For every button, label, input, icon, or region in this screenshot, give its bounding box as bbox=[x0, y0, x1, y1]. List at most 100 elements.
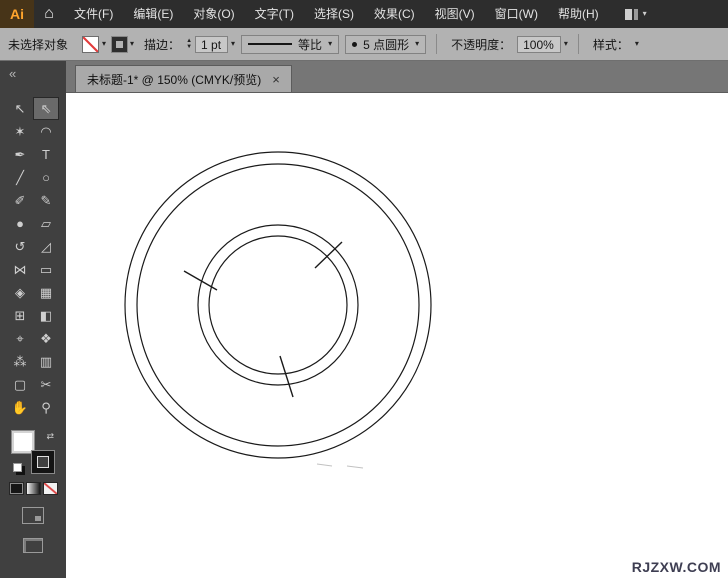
chevron-down-icon: ▾ bbox=[102, 40, 106, 48]
ellipse-tool[interactable]: ○ bbox=[33, 166, 59, 189]
direct-selection-tool[interactable]: ⇖ bbox=[33, 97, 59, 120]
control-bar: 未选择对象 ▾ ▾ 描边： ▲ ▼ 1 pt ▾ 等比 ▾ 5 点圆形 ▾ bbox=[0, 28, 728, 61]
artwork-tick-mark[interactable] bbox=[315, 242, 342, 268]
free-transform-tool[interactable]: ▭ bbox=[33, 258, 59, 281]
fill-color-control[interactable]: ▾ bbox=[82, 36, 106, 53]
stroke-swatch[interactable] bbox=[32, 451, 54, 473]
lasso-tool[interactable]: ◠ bbox=[33, 120, 59, 143]
column-graph-tool[interactable]: ▥ bbox=[33, 350, 59, 373]
app-logo-icon[interactable]: Ai bbox=[0, 0, 34, 28]
default-colors-icon[interactable] bbox=[13, 463, 22, 472]
chevron-down-icon: ▾ bbox=[130, 40, 134, 48]
stroke-profile-icon bbox=[248, 43, 292, 45]
artboard-tool[interactable]: ▢ bbox=[7, 373, 33, 396]
selection-status: 未选择对象 bbox=[8, 36, 68, 53]
mesh-tool[interactable]: ⊞ bbox=[7, 304, 33, 327]
watermark: RJZXW.COM bbox=[632, 559, 721, 575]
fill-swatch[interactable] bbox=[12, 431, 34, 453]
stepper-up-icon[interactable]: ▲ bbox=[186, 39, 192, 44]
stroke-width-control[interactable]: ▲ ▼ 1 pt ▾ bbox=[186, 36, 235, 53]
line-segment-tool[interactable]: ╱ bbox=[7, 166, 33, 189]
stroke-width-field[interactable]: 1 pt bbox=[195, 36, 228, 53]
menu-window[interactable]: 窗口(W) bbox=[485, 0, 548, 28]
menu-effect[interactable]: 效果(C) bbox=[364, 0, 425, 28]
close-tab-icon[interactable]: × bbox=[272, 73, 280, 86]
document-tab-title: 未标题-1* @ 150% (CMYK/预览) bbox=[87, 71, 261, 88]
document-tab[interactable]: 未标题-1* @ 150% (CMYK/预览) × bbox=[75, 65, 292, 92]
blend-tool[interactable]: ❖ bbox=[33, 327, 59, 350]
divider bbox=[578, 34, 579, 54]
selection-tool[interactable]: ↖ bbox=[7, 97, 33, 120]
chevron-down-icon: ▾ bbox=[231, 40, 235, 48]
stroke-width-stepper[interactable]: ▲ ▼ bbox=[186, 39, 192, 50]
slice-tool[interactable]: ✂ bbox=[33, 373, 59, 396]
artwork-svg bbox=[66, 93, 728, 578]
brush-dropdown[interactable]: 5 点圆形 ▾ bbox=[345, 35, 426, 54]
hand-tool[interactable]: ✋ bbox=[7, 396, 33, 419]
swap-colors-icon[interactable]: ⇄ bbox=[46, 432, 54, 441]
stroke-label: 描边： bbox=[144, 36, 180, 53]
chevron-down-icon: ▾ bbox=[415, 40, 419, 48]
opacity-control[interactable]: 100% ▾ bbox=[517, 36, 568, 53]
workspace-icon bbox=[625, 9, 638, 20]
opacity-field[interactable]: 100% bbox=[517, 36, 561, 53]
fill-none-swatch[interactable] bbox=[82, 36, 99, 53]
eraser-tool[interactable]: ▱ bbox=[33, 212, 59, 235]
menu-select[interactable]: 选择(S) bbox=[304, 0, 364, 28]
menu-help[interactable]: 帮助(H) bbox=[548, 0, 609, 28]
menu-type[interactable]: 文字(T) bbox=[245, 0, 304, 28]
stepper-down-icon[interactable]: ▼ bbox=[186, 45, 192, 50]
chevron-down-icon: ▾ bbox=[328, 40, 332, 48]
style-label: 样式： bbox=[593, 36, 629, 53]
document-tabstrip: 未标题-1* @ 150% (CMYK/预览) × bbox=[66, 61, 728, 93]
chevron-down-icon: ▾ bbox=[643, 10, 647, 18]
artwork-tick-mark[interactable] bbox=[280, 356, 293, 397]
brush-preview-icon bbox=[352, 42, 357, 47]
document-area: 未标题-1* @ 150% (CMYK/预览) × RJZXW.COM bbox=[66, 61, 728, 578]
menu-object[interactable]: 对象(O) bbox=[183, 0, 244, 28]
eyedropper-tool[interactable]: ⌖ bbox=[7, 327, 33, 350]
width-tool[interactable]: ⋈ bbox=[7, 258, 33, 281]
artwork-circle[interactable] bbox=[137, 164, 419, 446]
artwork-faint-mark[interactable] bbox=[317, 464, 332, 466]
width-profile-value: 等比 bbox=[298, 36, 322, 53]
symbol-sprayer-tool[interactable]: ⁂ bbox=[7, 350, 33, 373]
color-mode-button[interactable] bbox=[9, 482, 24, 495]
stroke-color-swatch[interactable] bbox=[112, 37, 127, 52]
collapse-panel-button[interactable]: « bbox=[0, 61, 66, 93]
artwork-faint-mark[interactable] bbox=[347, 466, 363, 468]
pencil-tool[interactable]: ✎ bbox=[33, 189, 59, 212]
magic-wand-tool[interactable]: ✶ bbox=[7, 120, 33, 143]
divider bbox=[436, 34, 437, 54]
menu-file[interactable]: 文件(F) bbox=[64, 0, 123, 28]
paintbrush-tool[interactable]: ✐ bbox=[7, 189, 33, 212]
gradient-mode-button[interactable] bbox=[26, 482, 41, 495]
gradient-tool[interactable]: ◧ bbox=[33, 304, 59, 327]
screen-mode-button[interactable] bbox=[23, 538, 43, 553]
perspective-grid-tool[interactable]: ▦ bbox=[33, 281, 59, 304]
rotate-tool[interactable]: ↺ bbox=[7, 235, 33, 258]
menubar: Ai ⌂ 文件(F) 编辑(E) 对象(O) 文字(T) 选择(S) 效果(C)… bbox=[0, 0, 728, 28]
artwork-circle[interactable] bbox=[125, 152, 431, 458]
menu-edit[interactable]: 编辑(E) bbox=[123, 0, 183, 28]
opacity-label: 不透明度： bbox=[451, 36, 511, 53]
stroke-color-control[interactable]: ▾ bbox=[112, 37, 134, 52]
workspace-switcher[interactable]: ▾ bbox=[625, 9, 647, 20]
type-tool[interactable]: T bbox=[33, 143, 59, 166]
pen-tool[interactable]: ✒ bbox=[7, 143, 33, 166]
tools-panel: « ↖⇖✶◠✒T╱○✐✎●▱↺◿⋈▭◈▦⊞◧⌖❖⁂▥▢✂✋⚲ ⇄ bbox=[0, 61, 66, 578]
home-icon[interactable]: ⌂ bbox=[34, 5, 64, 23]
drawing-modes-button[interactable] bbox=[22, 507, 44, 524]
brush-value: 5 点圆形 bbox=[363, 36, 409, 53]
none-mode-button[interactable] bbox=[43, 482, 58, 495]
fill-stroke-widget: ⇄ bbox=[12, 431, 54, 473]
canvas[interactable]: RJZXW.COM bbox=[66, 93, 728, 578]
chevron-down-icon: ▾ bbox=[564, 40, 568, 48]
blob-brush-tool[interactable]: ● bbox=[7, 212, 33, 235]
zoom-tool[interactable]: ⚲ bbox=[33, 396, 59, 419]
menu-view[interactable]: 视图(V) bbox=[425, 0, 485, 28]
paint-mode-row bbox=[0, 482, 66, 495]
shape-builder-tool[interactable]: ◈ bbox=[7, 281, 33, 304]
scale-tool[interactable]: ◿ bbox=[33, 235, 59, 258]
width-profile-dropdown[interactable]: 等比 ▾ bbox=[241, 35, 339, 54]
